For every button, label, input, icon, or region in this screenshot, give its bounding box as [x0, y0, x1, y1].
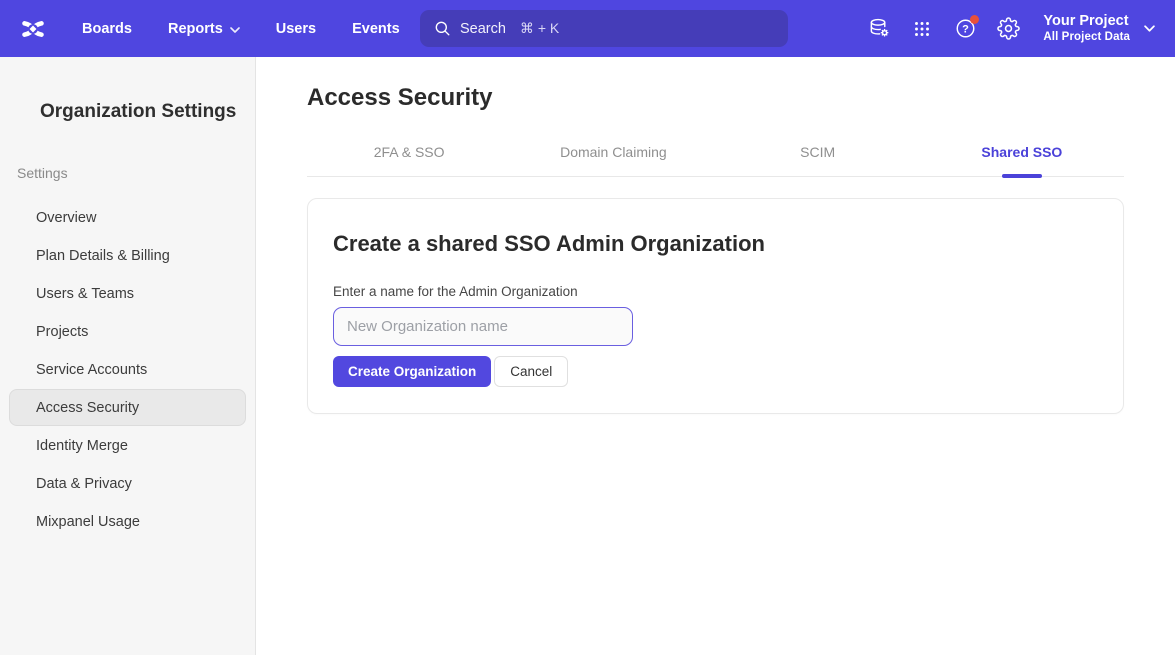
- topnav-right-controls: ? Your Project All Project Data: [867, 12, 1155, 45]
- nav-item-events[interactable]: Events: [352, 21, 400, 37]
- sidebar-items: OverviewPlan Details & BillingUsers & Te…: [0, 199, 255, 540]
- nav-item-boards[interactable]: Boards: [82, 21, 132, 37]
- settings-sidebar: Organization Settings Settings OverviewP…: [0, 57, 256, 655]
- nav-item-reports[interactable]: Reports: [168, 21, 240, 37]
- sidebar-item-mixpanel-usage[interactable]: Mixpanel Usage: [9, 503, 246, 540]
- sidebar-item-identity-merge[interactable]: Identity Merge: [9, 427, 246, 464]
- create-organization-button[interactable]: Create Organization: [333, 356, 491, 387]
- shared-sso-card: Create a shared SSO Admin Organization E…: [307, 198, 1124, 414]
- tab-scim[interactable]: SCIM: [716, 144, 920, 176]
- chevron-down-icon: [1144, 25, 1155, 32]
- search-input[interactable]: Search ⌘ + K: [420, 10, 788, 47]
- nav-item-users[interactable]: Users: [276, 21, 316, 37]
- org-name-label: Enter a name for the Admin Organization: [333, 284, 1098, 299]
- tab-domain-claiming[interactable]: Domain Claiming: [511, 144, 715, 176]
- search-placeholder: Search: [460, 21, 506, 37]
- tab-shared-sso[interactable]: Shared SSO: [920, 144, 1124, 176]
- chevron-down-icon: [230, 25, 240, 33]
- sidebar-item-overview[interactable]: Overview: [9, 199, 246, 236]
- project-switcher[interactable]: Your Project All Project Data: [1043, 12, 1155, 45]
- nav-item-label: Boards: [82, 21, 132, 37]
- search-icon: [434, 20, 451, 37]
- svg-text:?: ?: [962, 23, 969, 35]
- sidebar-item-plan-details-and-billing[interactable]: Plan Details & Billing: [9, 237, 246, 274]
- tab-2fa-and-sso[interactable]: 2FA & SSO: [307, 144, 511, 176]
- tab-bar: 2FA & SSODomain ClaimingSCIMShared SSO: [307, 144, 1124, 177]
- primary-nav: Boards Reports Users Events: [82, 21, 400, 37]
- data-management-icon[interactable]: [867, 17, 891, 41]
- project-subtitle: All Project Data: [1043, 30, 1130, 44]
- sidebar-section-label: Settings: [17, 165, 255, 181]
- sidebar-item-users-and-teams[interactable]: Users & Teams: [9, 275, 246, 312]
- sidebar-item-access-security[interactable]: Access Security: [9, 389, 246, 426]
- mixpanel-logo-icon[interactable]: [16, 12, 50, 46]
- cancel-button[interactable]: Cancel: [494, 356, 568, 387]
- nav-item-label: Events: [352, 21, 400, 37]
- sidebar-item-projects[interactable]: Projects: [9, 313, 246, 350]
- nav-item-label: Reports: [168, 21, 223, 37]
- page-title: Access Security: [307, 84, 1124, 112]
- org-name-input[interactable]: [333, 307, 633, 346]
- apps-grid-icon[interactable]: [910, 17, 934, 41]
- notification-dot: [970, 15, 979, 24]
- main-content: Access Security 2FA & SSODomain Claiming…: [256, 57, 1175, 655]
- sidebar-item-data-and-privacy[interactable]: Data & Privacy: [9, 465, 246, 502]
- help-icon[interactable]: ?: [953, 17, 977, 41]
- card-title: Create a shared SSO Admin Organization: [333, 231, 1098, 257]
- project-name: Your Project: [1043, 12, 1130, 30]
- card-actions: Create Organization Cancel: [333, 356, 1098, 387]
- sidebar-item-service-accounts[interactable]: Service Accounts: [9, 351, 246, 388]
- search-shortcut: ⌘ + K: [520, 20, 559, 37]
- settings-gear-icon[interactable]: [996, 17, 1020, 41]
- nav-item-label: Users: [276, 21, 316, 37]
- top-navigation: Boards Reports Users Events Search ⌘ + K: [0, 0, 1175, 57]
- sidebar-title: Organization Settings: [40, 101, 255, 123]
